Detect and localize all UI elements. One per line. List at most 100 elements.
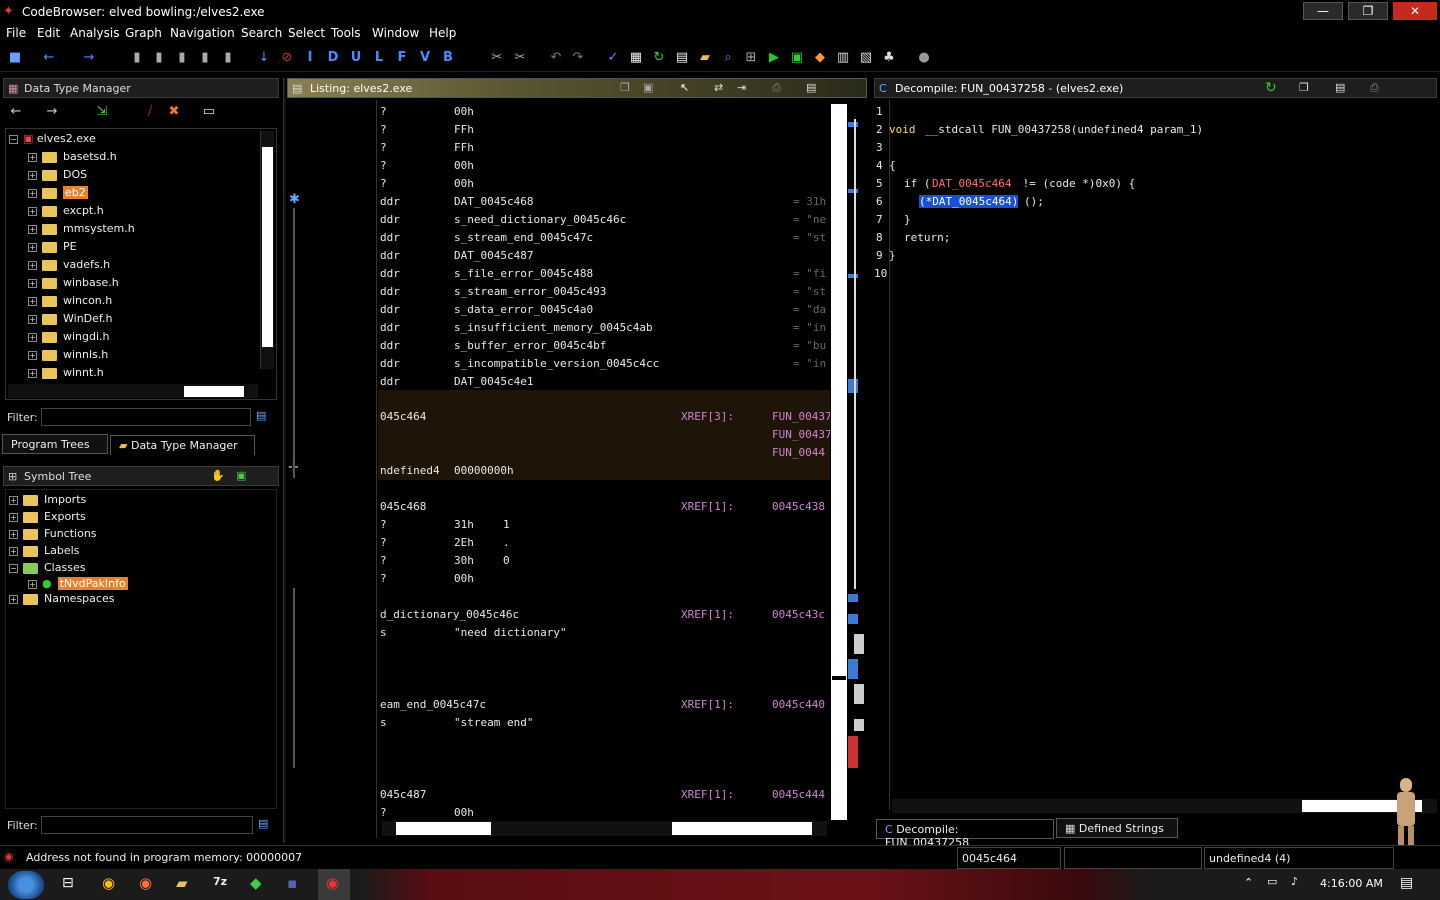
listing-operand[interactable]: DAT_0045c487	[454, 249, 533, 262]
symbol-functions[interactable]: + Functions	[9, 527, 97, 540]
dtm-item-selected[interactable]: + eb2	[28, 186, 88, 199]
listing-code[interactable]: ? 00h? FFh? FFh? 00h? 00h ddr DAT_0045c468 = 31h…	[378, 100, 830, 820]
symbol-namespaces[interactable]: + Namespaces	[9, 592, 114, 605]
expand-icon[interactable]: +	[28, 278, 37, 288]
menu-graph[interactable]: Graph	[125, 26, 162, 40]
menu-edit[interactable]: Edit	[37, 26, 60, 40]
xref-ref[interactable]: 0045c43c	[772, 608, 825, 621]
diamond-icon[interactable]: ◆	[811, 49, 829, 67]
dtm-forward-icon[interactable]: →	[43, 103, 61, 121]
menu-navigation[interactable]: Navigation	[170, 26, 235, 40]
dtm-item[interactable]: + winbase.h	[28, 276, 119, 289]
tray-chevron-icon[interactable]: ⌃	[1244, 876, 1253, 889]
function-signature[interactable]: __stdcall FUN_00437258(undefined4 param_…	[925, 123, 1203, 136]
symbol-create-icon[interactable]: ▣	[236, 469, 246, 482]
nav-doc2-icon[interactable]: ▮	[150, 49, 168, 67]
dtm-item[interactable]: + winnt.h	[28, 366, 104, 379]
dtm-stop-icon[interactable]: ⧸	[141, 103, 159, 121]
dtm-item[interactable]: + vadefs.h	[28, 258, 110, 271]
expand-icon[interactable]: +	[28, 152, 37, 162]
dtm-filter-input[interactable]	[41, 408, 251, 426]
expand-icon[interactable]: +	[28, 579, 37, 589]
symbol-imports[interactable]: + Imports	[9, 493, 86, 506]
collapse-icon[interactable]: −	[9, 134, 18, 144]
bookmark-icon[interactable]: ✱	[289, 192, 300, 207]
expand-icon[interactable]: +	[28, 314, 37, 324]
nav-undefined-button[interactable]: U	[347, 49, 365, 67]
copy-icon[interactable]: ❐	[1299, 81, 1309, 94]
refresh-icon[interactable]: ↻	[1265, 80, 1277, 96]
restore-button[interactable]: ❐	[1348, 2, 1388, 20]
nav-instruction-button[interactable]: I	[301, 49, 319, 67]
dtm-item[interactable]: + WinDef.h	[28, 312, 112, 325]
listing-operand[interactable]: FFh	[454, 141, 474, 154]
symbol-exports[interactable]: + Exports	[9, 510, 86, 523]
menu-select[interactable]: Select	[288, 26, 325, 40]
listing-operand[interactable]: s_insufficient_memory_0045c4ab	[454, 321, 653, 334]
firefox-icon[interactable]: ◉	[139, 874, 152, 892]
start-button[interactable]	[8, 871, 44, 899]
expand-icon[interactable]: +	[9, 529, 18, 539]
filter-options-icon[interactable]: ▤	[258, 817, 268, 830]
memory-icon[interactable]: ▧	[857, 49, 875, 67]
tab-data-type-manager[interactable]: ▰ Data Type Manager	[110, 435, 255, 455]
down-arrow-icon[interactable]: ↓	[255, 49, 273, 67]
class-tnvdpakinfo[interactable]: + ● tNvdPakInfo	[28, 577, 128, 590]
decompile-hscrollbar[interactable]	[892, 799, 1437, 813]
scroll-thumb[interactable]	[832, 676, 846, 680]
label-stream-end[interactable]: eam_end_0045c47c	[380, 698, 486, 711]
graph-icon[interactable]: ♣	[880, 49, 898, 67]
tool-icon[interactable]: ✂	[488, 49, 506, 67]
options-icon[interactable]: ▤	[806, 81, 816, 94]
menu-window[interactable]: Window	[372, 26, 419, 40]
nav-doc5-icon[interactable]: ▮	[219, 49, 237, 67]
expand-icon[interactable]: +	[28, 206, 37, 216]
file-explorer-icon[interactable]: ▰	[176, 874, 188, 892]
field-edit-icon[interactable]: ⇄	[714, 81, 723, 94]
left-splitter[interactable]	[283, 78, 286, 843]
xref-ref[interactable]: FUN_0044	[772, 446, 825, 459]
nav-value-button[interactable]: V	[416, 49, 434, 67]
listing-operand[interactable]: DAT_0045c4e1	[454, 375, 533, 388]
app2-icon[interactable]: ▪	[287, 874, 297, 892]
expand-icon[interactable]: +	[28, 224, 37, 234]
menu-file[interactable]: File	[6, 26, 26, 40]
cursor-icon[interactable]: ↖	[680, 81, 689, 94]
grid-icon[interactable]: ▦	[627, 49, 645, 67]
symbol-classes[interactable]: − Classes	[9, 561, 85, 574]
dtm-collapse-icon[interactable]: ▭	[200, 103, 218, 121]
back-icon[interactable]: ←	[40, 49, 58, 67]
selected-call[interactable]: (*DAT_0045c464)	[919, 195, 1019, 208]
xref-ref[interactable]: 0045c438	[772, 500, 825, 513]
dtm-item[interactable]: + wincon.h	[28, 294, 112, 307]
paste-icon[interactable]: ▣	[643, 81, 653, 94]
expand-icon[interactable]: +	[9, 495, 18, 505]
tree-icon[interactable]: ⊞	[742, 49, 760, 67]
label-0045c468[interactable]: 045c468	[380, 500, 426, 513]
nav-function-button[interactable]: F	[393, 49, 411, 67]
xref-ref[interactable]: 0045c444	[772, 788, 825, 801]
check-icon[interactable]: ✓	[604, 49, 622, 67]
save-icon[interactable]: ■	[6, 49, 24, 67]
expand-icon[interactable]: +	[28, 188, 37, 198]
volume-icon[interactable]: ♪	[1291, 875, 1298, 888]
global-var-dat[interactable]: DAT_0045c464	[932, 177, 1011, 190]
scroll-thumb[interactable]	[672, 822, 812, 835]
nav-data-button[interactable]: D	[324, 49, 342, 67]
snapshot-icon[interactable]: ⎙	[772, 81, 781, 95]
menu-help[interactable]: Help	[429, 26, 456, 40]
listing-operand[interactable]: 00h	[454, 177, 474, 190]
symbol-filter-input[interactable]	[41, 816, 253, 834]
undo-icon[interactable]: ↶	[547, 49, 565, 67]
expand-icon[interactable]: +	[9, 594, 18, 604]
listing-operand[interactable]: s_incompatible_version_0045c4cc	[454, 357, 659, 370]
copy-icon[interactable]: ❐	[620, 81, 630, 94]
nav-label-button[interactable]: L	[370, 49, 388, 67]
7zip-icon[interactable]: 7z	[213, 875, 227, 888]
label-0045c464[interactable]: 045c464	[380, 410, 426, 423]
minimize-button[interactable]: —	[1303, 2, 1343, 20]
menu-analysis[interactable]: Analysis	[70, 26, 119, 40]
app-icon[interactable]: ◆	[250, 874, 262, 892]
scroll-thumb[interactable]	[262, 147, 273, 347]
expand-icon[interactable]: +	[28, 332, 37, 342]
